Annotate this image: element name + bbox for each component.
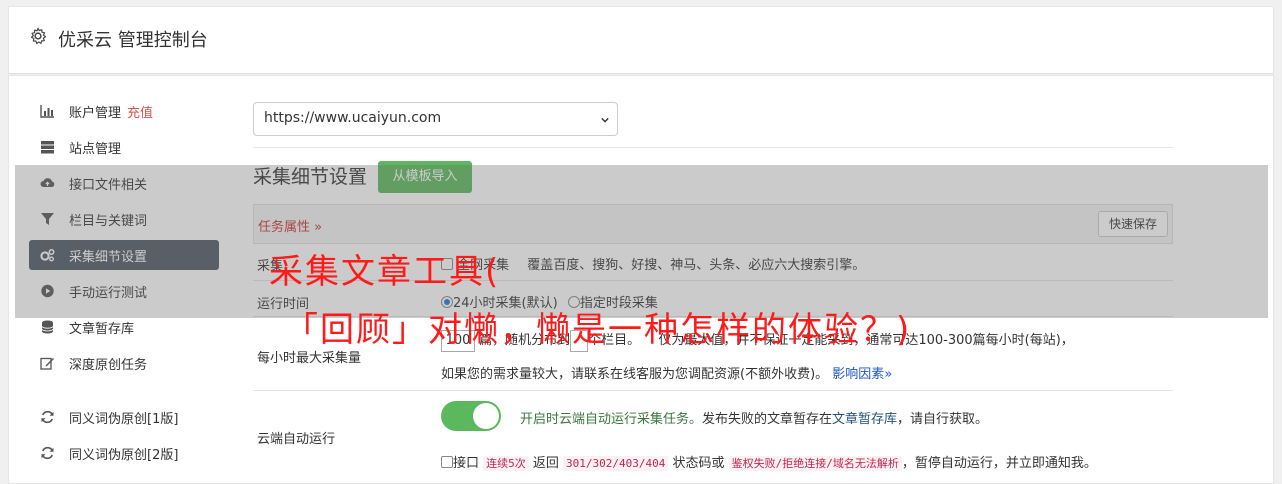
cloud-desc-green: 开启时云端自动运行采集任务。 bbox=[520, 412, 703, 427]
edit-icon bbox=[40, 357, 54, 370]
cloud-desc-b: ，请自行获取。 bbox=[897, 412, 989, 427]
api-text-2: 状态码或 bbox=[668, 456, 729, 471]
server-icon bbox=[41, 141, 54, 154]
row-cloud-auto: 云端自动运行 开启时云端自动运行采集任务。发布失败的文章暂存在文章暂存库，请自行… bbox=[253, 391, 1173, 484]
site-select[interactable]: https://www.ucaiyun.com bbox=[253, 102, 618, 136]
watermark-overlay bbox=[15, 165, 1268, 318]
sidebar-item-label: 深度原创任务 bbox=[69, 358, 148, 373]
sidebar-item-sites[interactable]: 站点管理 bbox=[29, 132, 219, 162]
refresh-icon bbox=[41, 410, 54, 424]
code-consecutive: 连续5次 bbox=[483, 456, 529, 471]
recharge-link[interactable]: 充值 bbox=[127, 106, 153, 121]
sidebar-item-label: 同义词伪原创[1版] bbox=[69, 412, 179, 427]
database-icon bbox=[41, 320, 54, 334]
site-select-value: https://www.ucaiyun.com bbox=[264, 110, 442, 126]
api-label: 接口 bbox=[453, 456, 480, 471]
page-title: 优采云 管理控制台 bbox=[58, 30, 208, 51]
api-text-3: ，暂停自动运行，并立即通知我。 bbox=[901, 456, 1097, 471]
watermark-line-2: 「回顾」对懒，懒是一种怎样的体验？) bbox=[284, 310, 912, 350]
sidebar-item-synonym-v1[interactable]: 同义词伪原创[1版] bbox=[29, 402, 219, 432]
watermark-line-1: 采集文章工具( bbox=[269, 252, 501, 292]
double-chevron-down-icon: » bbox=[884, 367, 893, 382]
article-store-link[interactable]: 文章暂存库 bbox=[832, 412, 897, 427]
sidebar-item-synonym-v2[interactable]: 同义词伪原创[2版] bbox=[29, 438, 219, 468]
top-header: 优采云 管理控制台 bbox=[8, 6, 1274, 74]
code-status: 301/302/403/404 bbox=[563, 456, 669, 471]
factors-link[interactable]: 影响因素 bbox=[832, 367, 884, 382]
api-text-1: 返回 bbox=[528, 456, 564, 471]
chevron-down-icon bbox=[601, 117, 609, 123]
toggle-knob bbox=[473, 403, 499, 429]
sidebar-item-account[interactable]: 账户管理 充值 bbox=[29, 96, 219, 126]
api-notify-checkbox[interactable] bbox=[441, 456, 453, 468]
cloud-desc-a: 发布失败的文章暂存在 bbox=[702, 412, 833, 427]
row-label: 云端自动运行 bbox=[257, 432, 336, 447]
gear-icon bbox=[30, 27, 47, 45]
cloud-auto-toggle[interactable] bbox=[441, 401, 501, 431]
sidebar-item-label: 同义词伪原创[2版] bbox=[69, 448, 179, 463]
sidebar-item-label: 账户管理 bbox=[69, 106, 122, 121]
sidebar-item-deep-original[interactable]: 深度原创任务 bbox=[29, 348, 219, 378]
sidebar-item-label: 文章暂存库 bbox=[69, 322, 135, 337]
max-desc-2: 如果您的需求量较大，请联系在线客服为您调配资源(不额外收费)。 bbox=[441, 367, 829, 382]
refresh-icon bbox=[41, 446, 54, 460]
code-errors: 鉴权失败/拒绝连接/域名无法解析 bbox=[728, 456, 902, 471]
sidebar-item-label: 站点管理 bbox=[69, 142, 122, 157]
bar-chart-icon bbox=[40, 105, 54, 118]
sidebar-divider bbox=[29, 384, 219, 402]
divider bbox=[253, 147, 1173, 148]
